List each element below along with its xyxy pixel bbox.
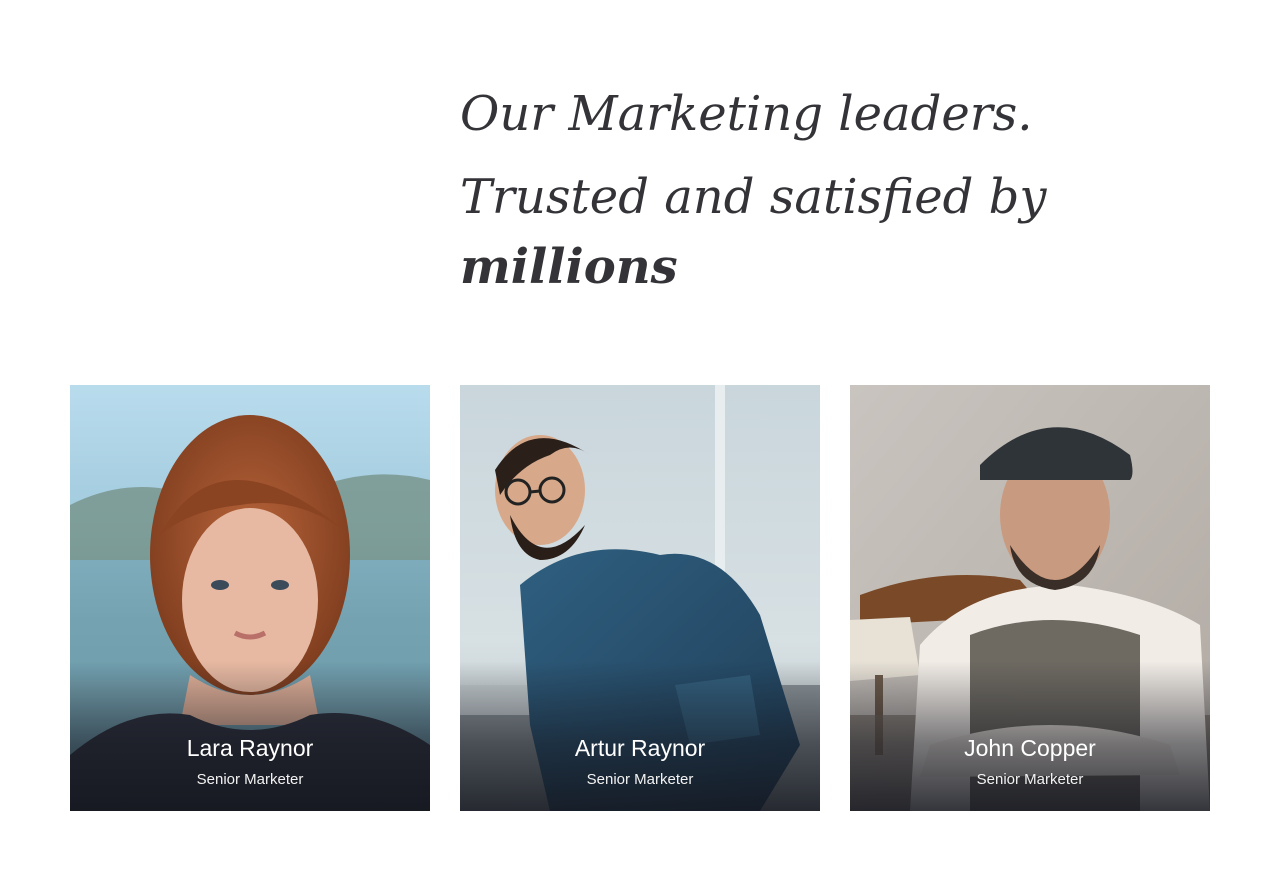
team-member-name: Artur Raynor xyxy=(574,735,706,761)
section-heading: Our Marketing leaders. Trusted and satis… xyxy=(460,80,1160,302)
heading-title: Our Marketing leaders. xyxy=(460,86,1033,142)
team-member-name: Lara Raynor xyxy=(186,735,314,761)
team-member-role: Senior Marketer xyxy=(196,771,304,788)
heading-subtitle-text: Trusted and satisfied by xyxy=(460,169,1047,225)
team-card[interactable]: John Copper Senior Marketer xyxy=(850,385,1210,811)
heading-subtitle: Trusted and satisfied by millions xyxy=(460,162,1160,302)
team-member-role: Senior Marketer xyxy=(586,771,694,788)
heading-subtitle-emphasis: millions xyxy=(460,239,678,295)
team-member-name: John Copper xyxy=(964,735,1096,761)
team-member-role: Senior Marketer xyxy=(976,771,1084,788)
team-grid: Lara Raynor Senior Marketer Artur Raynor… xyxy=(70,385,1210,811)
team-card[interactable]: Lara Raynor Senior Marketer xyxy=(70,385,430,811)
team-card[interactable]: Artur Raynor Senior Marketer xyxy=(460,385,820,811)
